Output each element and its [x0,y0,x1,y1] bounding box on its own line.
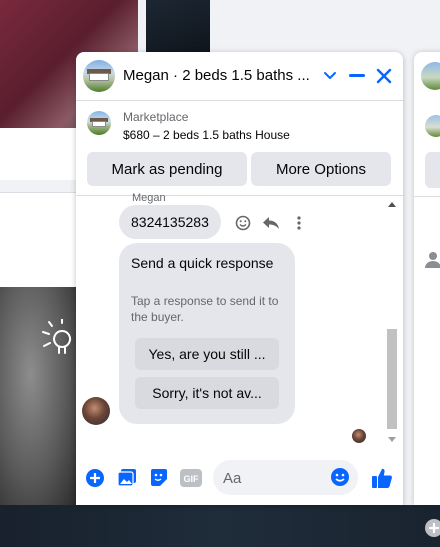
quick-response-title: Send a quick response [131,255,274,271]
action-button[interactable] [425,152,440,188]
plus-icon[interactable] [84,467,106,489]
reply-icon[interactable] [261,213,281,233]
close-icon[interactable] [373,65,395,87]
minimize-icon[interactable] [346,65,368,87]
chevron-down-icon[interactable] [319,65,341,87]
quick-response-subtitle: Tap a response to send it to the buyer. [131,294,279,324]
house [92,121,106,127]
chat-title[interactable]: Megan · 2 beds 1.5 baths ... [123,67,319,84]
chat-window: Megan · 2 beds 1.5 baths ... Marketplace… [76,52,403,505]
listing-summary[interactable]: $680 – 2 beds 1.5 baths House [123,128,290,142]
quick-response-option[interactable]: Sorry, it's not av... [135,377,279,409]
divider [76,195,403,196]
house [89,73,109,81]
quick-response-option[interactable]: Yes, are you still ... [135,338,279,370]
user-icon [425,252,440,268]
message-input[interactable] [223,468,323,488]
chat-header[interactable]: Megan · 2 beds 1.5 baths ... [76,52,403,100]
background-post-image-2 [146,0,210,52]
scroll-thumb[interactable] [387,329,397,429]
svg-text:GIF: GIF [184,474,200,484]
mark-pending-button[interactable]: Mark as pending [87,152,247,186]
lightbulb-icon [42,319,71,354]
sender-name: Megan [132,192,166,204]
listing-thumbnail [425,115,440,137]
background-video-thumbnail [0,287,76,505]
react-icon[interactable] [233,213,253,233]
gif-icon[interactable]: GIF [180,467,202,489]
photo-icon[interactable] [116,467,138,489]
emoji-icon[interactable] [330,467,350,487]
plus-icon[interactable] [424,518,440,538]
avatar[interactable] [82,397,110,425]
background-card [0,128,76,180]
seen-indicator-avatar [352,429,366,443]
scroll-up-arrow[interactable] [388,202,396,207]
message-input-container[interactable] [213,460,358,495]
avatar[interactable] [421,62,440,90]
quick-response-card: Send a quick response Tap a response to … [119,243,295,424]
more-options-button[interactable]: More Options [251,152,391,186]
divider [414,196,440,197]
avatar[interactable] [83,60,115,92]
scroll-down-arrow[interactable] [388,437,396,442]
background-card-2 [0,193,76,287]
scrollbar[interactable] [385,199,399,446]
like-icon[interactable] [369,465,395,491]
taskbar [0,505,440,547]
marketplace-label: Marketplace [123,110,189,124]
message-bubble[interactable]: 8324135283 [119,205,221,239]
divider [76,100,403,101]
sticker-icon[interactable] [148,467,170,489]
second-chat-window[interactable] [414,52,440,537]
listing-thumbnail[interactable] [87,111,111,135]
more-icon[interactable] [289,213,309,233]
